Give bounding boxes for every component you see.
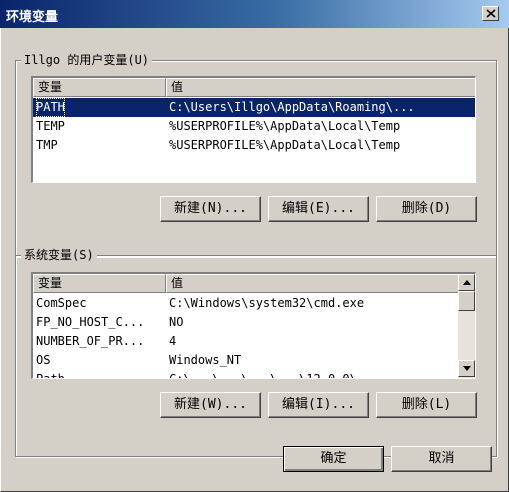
scroll-down-button[interactable] — [458, 360, 475, 377]
variable-value: C:\...\...\...\...\12.0.0\... — [169, 372, 379, 379]
arrow-up-icon — [463, 280, 471, 285]
column-header-variable[interactable]: 变量 — [33, 78, 166, 97]
user-new-button[interactable]: 新建(N)... — [160, 196, 261, 222]
list-item[interactable]: OS Windows_NT — [33, 351, 475, 370]
variable-value: 4 — [169, 334, 177, 348]
variable-value: %USERPROFILE%\AppData\Local\Temp — [169, 119, 401, 133]
list-item[interactable]: ComSpec C:\Windows\system32\cmd.exe — [33, 294, 475, 313]
column-header-value[interactable]: 值 — [166, 274, 459, 293]
list-item[interactable]: Path C:\...\...\...\...\12.0.0\... — [33, 370, 475, 379]
vertical-scrollbar[interactable] — [458, 274, 475, 378]
variable-value: Windows_NT — [169, 353, 242, 367]
variable-name: PATH — [36, 98, 65, 117]
arrow-down-icon — [463, 366, 471, 371]
user-variables-label: Illgo 的用户变量(U) — [21, 53, 153, 67]
variable-name: Path — [36, 372, 65, 379]
ok-button[interactable]: 确定 — [283, 446, 384, 472]
cancel-button[interactable]: 取消 — [391, 446, 492, 472]
variable-value: NO — [169, 315, 184, 329]
list-item[interactable]: TMP %USERPROFILE%\AppData\Local\Temp — [33, 136, 475, 155]
variable-name: NUMBER_OF_PR... — [36, 334, 145, 348]
system-variables-label: 系统变量(S) — [21, 248, 97, 262]
list-item[interactable]: NUMBER_OF_PR... 4 — [33, 332, 475, 351]
variable-name: TEMP — [36, 119, 65, 133]
column-header-value[interactable]: 值 — [166, 78, 475, 97]
system-edit-button[interactable]: 编辑(I)... — [268, 392, 369, 418]
window-title: 环境变量 — [6, 10, 59, 25]
system-delete-button[interactable]: 删除(L) — [376, 392, 477, 418]
user-variables-list[interactable]: 变量 值 PATH C:\Users\Illgo\AppData\Roaming… — [31, 76, 476, 183]
list-header: 变量 值 — [33, 78, 475, 97]
list-item[interactable]: TEMP %USERPROFILE%\AppData\Local\Temp — [33, 117, 475, 136]
list-item[interactable]: PATH C:\Users\Illgo\AppData\Roaming\... — [33, 98, 475, 117]
user-delete-button[interactable]: 删除(D) — [376, 196, 477, 222]
dialog-frame: Illgo 的用户变量(U) 变量 值 PATH C:\Users\Illgo\… — [0, 28, 509, 492]
title-bar[interactable]: 环境变量 — [0, 0, 509, 28]
list-header: 变量 值 — [33, 274, 475, 293]
close-button[interactable] — [482, 6, 499, 21]
variable-value: C:\Windows\system32\cmd.exe — [169, 296, 365, 310]
scroll-up-button[interactable] — [458, 274, 475, 291]
variable-value: C:\Users\Illgo\AppData\Roaming\... — [169, 100, 415, 114]
list-item[interactable]: FP_NO_HOST_C... NO — [33, 313, 475, 332]
variable-value: %USERPROFILE%\AppData\Local\Temp — [169, 138, 401, 152]
scroll-thumb[interactable] — [458, 291, 475, 311]
variable-name: FP_NO_HOST_C... — [36, 315, 145, 329]
column-header-variable[interactable]: 变量 — [33, 274, 166, 293]
close-icon — [486, 9, 496, 18]
variable-name: TMP — [36, 138, 58, 152]
system-variables-list[interactable]: 变量 值 ComSpec C:\Windows\system32\cmd.exe… — [31, 272, 476, 379]
variable-name: ComSpec — [36, 296, 87, 310]
variable-name: OS — [36, 353, 51, 367]
system-new-button[interactable]: 新建(W)... — [160, 392, 261, 418]
user-edit-button[interactable]: 编辑(E)... — [268, 196, 369, 222]
